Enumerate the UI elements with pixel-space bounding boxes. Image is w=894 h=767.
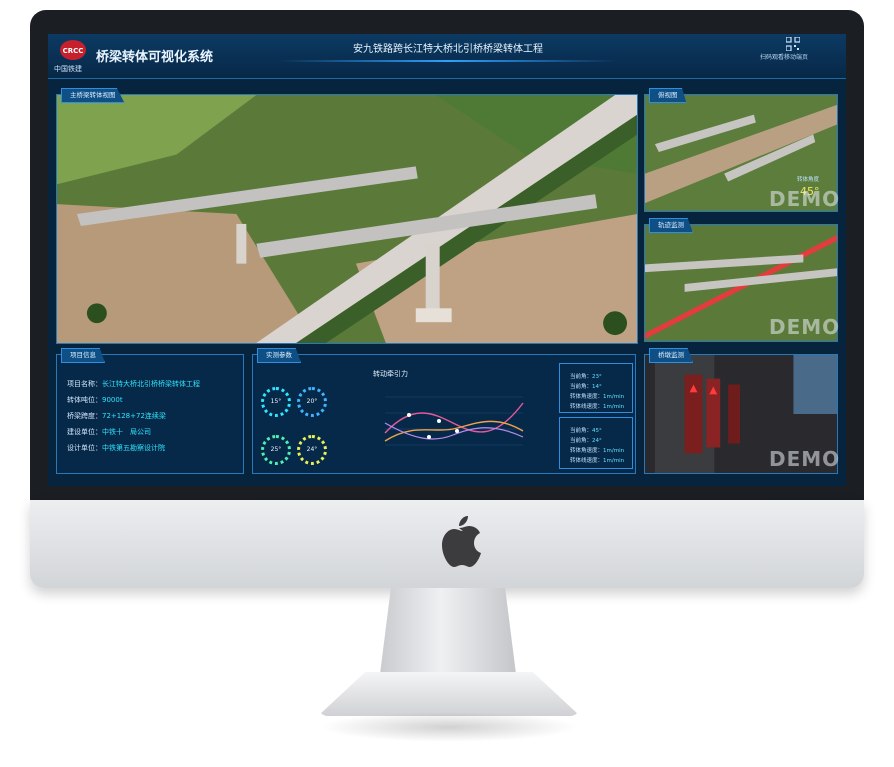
stat-row: 转体线速度：1m/min [570,404,625,410]
info-row-weight: 转体吨位：9000t [67,396,123,404]
stat-row: 当前角：45° [570,428,602,434]
qr-caption: 扫码观看移动端页 [760,54,809,61]
stat-row: 当前角：24° [570,438,602,444]
stats-box: 当前角：23° 当前角：14° 转体角速度：1m/min 转体线速度：1m/mi… [559,363,633,413]
info-row-builder: 建设单位：中铁十 局公司 [67,428,151,436]
panel-tag: 桥墩监测 [649,348,693,363]
stats-box: 当前角：45° 当前角：24° 转体角速度：1m/min 转体线速度：1m/mi… [559,417,633,469]
svg-text:CRCC: CRCC [63,47,84,55]
stat-row: 转体线速度：1m/min [570,458,625,464]
system-title: 桥梁转体可视化系统 [96,50,214,65]
panel-tag: 项目信息 [61,348,105,363]
gauge-value: 24° [306,446,318,453]
pier-monitor-panel[interactable]: 桥墩监测 DEMO [644,348,841,474]
panel-tag: 主桥梁转体视图 [61,88,125,103]
gauge-value: 25° [270,446,282,453]
stat-row: 当前角：14° [570,384,602,390]
gauge-value: 20° [306,398,318,405]
chart-title: 转动牵引力 [373,370,408,378]
qr-code-icon[interactable] [786,37,800,51]
company-logo-icon: CRCC [60,40,86,60]
stat-row: 转体角速度：1m/min [570,448,625,454]
trajectory-panel[interactable]: 轨迹监测 DEMO [644,218,841,342]
panel-tag: 实测参数 [257,348,301,363]
stat-row: 转体角速度：1m/min [570,394,625,400]
stand-shadow [320,712,578,742]
title-underline [278,60,618,62]
monitor-stand-foot [318,672,580,716]
bridge-3d-scene[interactable] [57,95,637,343]
realtime-params-panel: 实测参数 15° 20° 25° 24° 转动牵引力 当前角：23° 当前角：1… [252,348,636,474]
panel-tag: 俯视图 [649,88,687,103]
gauge-value: 15° [270,398,282,405]
project-title: 安九铁路跨长江特大桥北引桥桥梁转体工程 [353,44,543,55]
rotation-angle-label: 转体角度 [797,177,820,183]
info-row-name: 项目名称：长江特大桥北引桥桥梁转体工程 [67,380,200,388]
dashboard-screen: CRCC 中国铁建 桥梁转体可视化系统 安九铁路跨长江特大桥北引桥桥梁转体工程 … [48,34,846,486]
info-row-span: 桥梁跨度：72+128+72连续梁 [67,412,166,420]
demo-watermark: DEMO [769,447,841,471]
demo-watermark: DEMO [769,315,841,339]
apple-logo-icon [442,516,481,567]
demo-watermark: DEMO [769,187,841,211]
project-info-panel: 项目信息 项目名称：长江特大桥北引桥桥梁转体工程 转体吨位：9000t 桥梁跨度… [56,348,244,474]
main-bridge-view-panel[interactable]: 主桥梁转体视图 [56,88,638,344]
info-row-designer: 设计单位：中铁第五勘察设计院 [67,444,165,452]
logo-caption: 中国铁建 [54,65,82,73]
traction-force-chart [384,396,524,446]
top-view-panel[interactable]: 俯视图 转体角度 45° DEMO [644,88,841,212]
monitor-stand-neck [380,588,516,674]
panel-tag: 轨迹监测 [649,218,693,233]
top-header-bar: CRCC 中国铁建 桥梁转体可视化系统 安九铁路跨长江特大桥北引桥桥梁转体工程 … [48,34,846,79]
stat-row: 当前角：23° [570,374,602,380]
